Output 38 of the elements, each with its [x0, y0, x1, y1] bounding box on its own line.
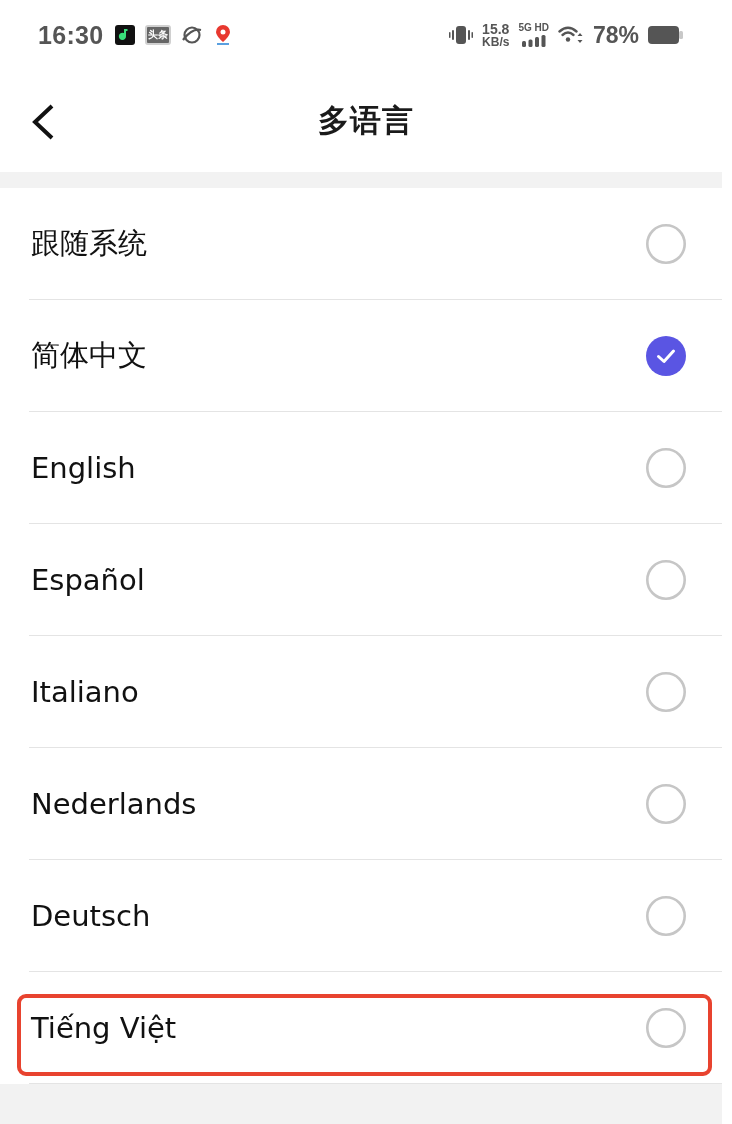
- language-label: 简体中文: [31, 336, 147, 374]
- clock-time: 16:30: [38, 20, 104, 50]
- signal-bars-icon: [521, 35, 546, 47]
- radio-button-icon[interactable]: [646, 1007, 686, 1048]
- page-title: 多语言: [318, 102, 414, 140]
- radio-button-icon[interactable]: [646, 559, 686, 600]
- wifi-icon: [557, 25, 584, 45]
- battery-icon: [648, 25, 684, 45]
- chevron-left-icon: [30, 104, 56, 140]
- network-type: 5G HD: [518, 23, 549, 33]
- vibrate-icon: [449, 24, 474, 46]
- battery-percentage: 78%: [592, 21, 639, 49]
- news-app-tile: 头条: [145, 25, 172, 45]
- planet-app-icon: [181, 25, 204, 45]
- network-speed-unit: KB/s: [482, 36, 510, 48]
- language-option[interactable]: Italiano: [29, 636, 722, 748]
- language-label: Español: [31, 562, 145, 597]
- language-option[interactable]: Nederlands: [29, 748, 722, 860]
- radio-button-icon[interactable]: [646, 447, 686, 488]
- language-option[interactable]: 简体中文: [29, 300, 722, 412]
- language-label: English: [31, 450, 136, 485]
- network-speed: 15.8: [482, 22, 510, 36]
- language-label: Nederlands: [31, 786, 197, 821]
- language-label: 跟随系统: [31, 224, 147, 262]
- checked-radio-icon[interactable]: [646, 335, 686, 376]
- radio-button-icon[interactable]: [646, 895, 686, 936]
- language-option[interactable]: English: [29, 412, 722, 524]
- language-option[interactable]: 跟随系统: [29, 188, 722, 300]
- radio-button-icon[interactable]: [646, 783, 686, 824]
- radio-button-icon[interactable]: [646, 671, 686, 712]
- language-label: Deutsch: [31, 898, 151, 933]
- language-label: Italiano: [31, 674, 139, 709]
- language-option[interactable]: Tiếng Việt: [29, 972, 722, 1084]
- music-note-app-icon: [115, 25, 136, 45]
- language-option[interactable]: Español: [29, 524, 722, 636]
- language-label: Tiếng Việt: [31, 1010, 177, 1045]
- radio-button-icon[interactable]: [646, 223, 686, 264]
- language-option[interactable]: Deutsch: [29, 860, 722, 972]
